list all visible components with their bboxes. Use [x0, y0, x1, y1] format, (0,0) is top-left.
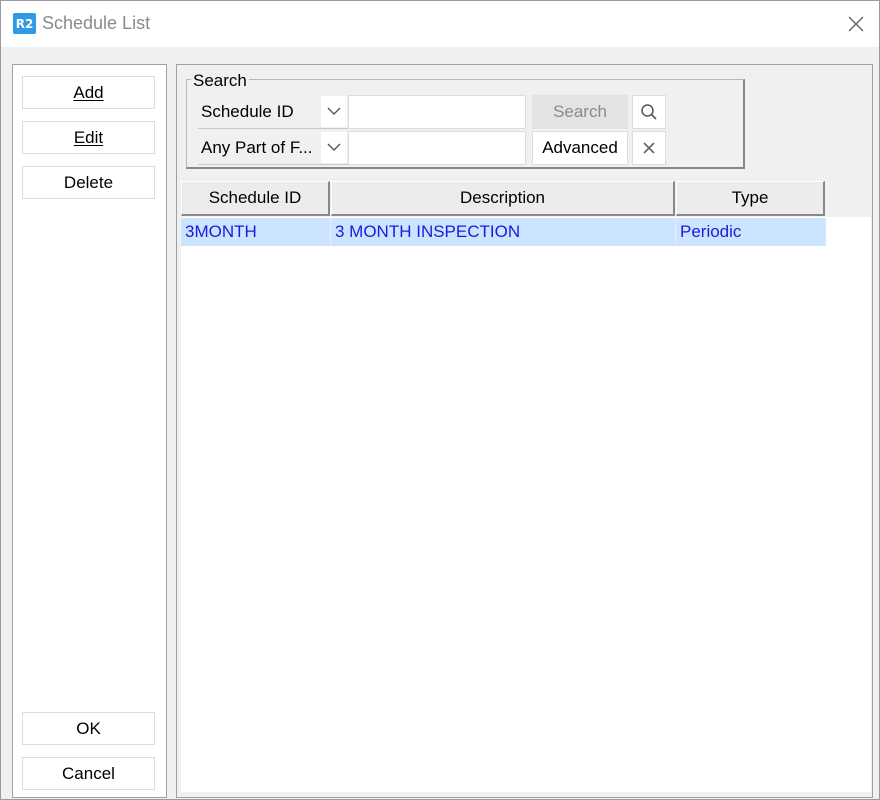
cancel-button-label: Cancel	[62, 763, 115, 783]
schedule-table: Schedule ID Description Type 3MONTH 3 MO…	[181, 180, 871, 792]
delete-button-label: Delete	[63, 172, 114, 192]
cell-type: Periodic	[680, 222, 742, 241]
search-icon	[641, 104, 657, 120]
chevron-down-icon	[321, 132, 347, 163]
column-header-description[interactable]: Description	[331, 181, 675, 216]
ok-button-label: OK	[76, 718, 101, 738]
edit-button-label: Edit	[73, 127, 104, 147]
table-row[interactable]: 3MONTH 3 MONTH INSPECTION Periodic	[181, 218, 826, 246]
chevron-down-icon	[321, 96, 347, 127]
schedule-list-window: R2 Schedule List Add Edit Delete OK Canc…	[0, 0, 880, 800]
cell-description: 3 MONTH INSPECTION	[331, 218, 676, 246]
ok-button[interactable]: OK	[22, 712, 155, 745]
search-button-label: Search	[553, 102, 607, 121]
delete-button[interactable]: Delete	[22, 166, 155, 199]
cancel-button[interactable]: Cancel	[22, 757, 155, 790]
search-field-select[interactable]: Schedule ID	[198, 95, 348, 129]
edit-button[interactable]: Edit	[22, 121, 155, 154]
column-header-schedule-id[interactable]: Schedule ID	[181, 181, 330, 216]
main-panel: Schedule ID Search Any Part of F... Adva…	[176, 64, 873, 798]
search-icon-button[interactable]	[632, 95, 666, 129]
match-input[interactable]	[348, 131, 526, 165]
add-button-label: Add	[73, 82, 104, 102]
title-bar: R2 Schedule List	[1, 1, 879, 47]
app-icon: R2	[13, 13, 36, 34]
clear-search-button[interactable]	[632, 131, 666, 165]
window-title: Schedule List	[42, 13, 151, 33]
match-type-select[interactable]: Any Part of F...	[198, 131, 348, 165]
advanced-button-label: Advanced	[542, 138, 618, 157]
close-icon	[848, 16, 864, 32]
column-header-type[interactable]: Type	[676, 181, 825, 216]
match-type-value: Any Part of F...	[201, 138, 313, 157]
clear-icon	[643, 142, 655, 154]
search-group-label: Search	[191, 71, 249, 91]
search-button[interactable]: Search	[532, 95, 628, 129]
search-field-value: Schedule ID	[201, 102, 294, 121]
add-button[interactable]: Add	[22, 76, 155, 109]
action-panel: Add Edit Delete OK Cancel	[12, 64, 167, 798]
close-button[interactable]	[841, 9, 871, 39]
search-group: Schedule ID Search Any Part of F... Adva…	[186, 79, 745, 169]
advanced-button[interactable]: Advanced	[532, 131, 628, 165]
search-input[interactable]	[348, 95, 526, 129]
cell-schedule-id: 3MONTH	[181, 218, 331, 246]
